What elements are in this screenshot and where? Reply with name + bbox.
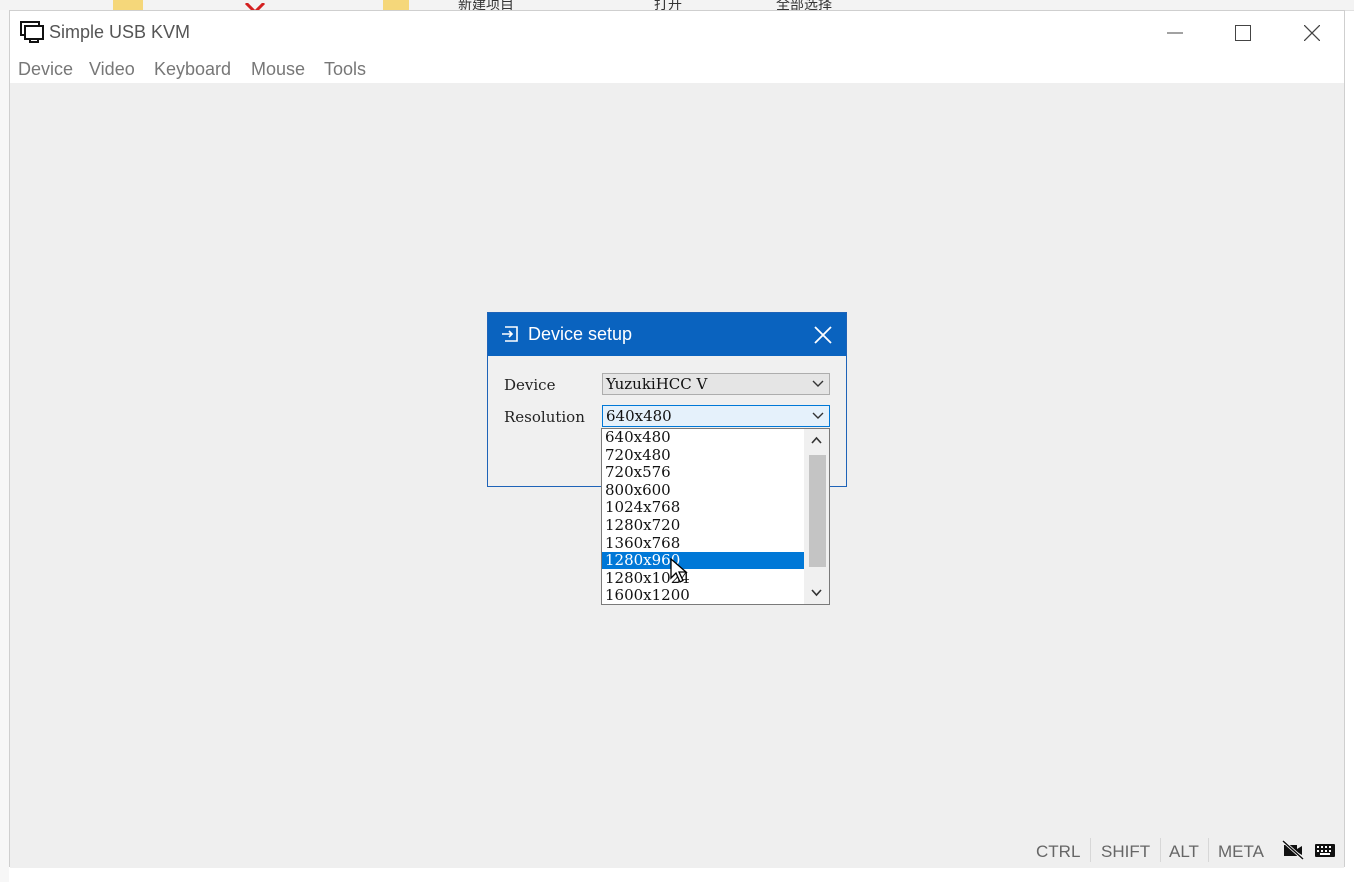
minimize-icon (1167, 32, 1183, 34)
meta-key[interactable]: META (1218, 842, 1264, 862)
status-bar: CTRL SHIFT ALT META (1024, 834, 1344, 866)
title-bar: Simple USB KVM (10, 11, 1344, 55)
dialog-title-bar: Device setup (488, 313, 846, 356)
close-icon (1304, 25, 1320, 41)
resolution-option[interactable]: 800x600 (602, 481, 804, 499)
resolution-option[interactable]: 720x576 (602, 464, 804, 481)
device-select[interactable]: YuzukiHCC V (602, 373, 830, 395)
dropdown-scrollbar[interactable] (804, 429, 829, 604)
camera-off-icon[interactable] (1282, 840, 1304, 860)
resolution-option[interactable]: 720x480 (602, 446, 804, 464)
resolution-label: Resolution (504, 408, 585, 426)
keyboard-icon[interactable] (1314, 840, 1336, 860)
resolution-option[interactable]: 1280x1024 (602, 569, 804, 587)
dialog-title: Device setup (528, 324, 633, 344)
resolution-select-value: 640x480 (606, 407, 672, 425)
alt-key[interactable]: ALT (1169, 842, 1199, 862)
chevron-down-icon (812, 412, 824, 419)
device-label: Device (504, 376, 556, 394)
menu-device[interactable]: Device (18, 59, 73, 80)
scrollbar-thumb[interactable] (809, 455, 826, 567)
resolution-dropdown-list[interactable]: 640x480 720x480 720x576 800x600 1024x768… (601, 428, 830, 605)
folder-icon (113, 0, 143, 10)
mouse-cursor-icon (670, 558, 688, 583)
device-select-value: YuzukiHCC V (606, 375, 708, 393)
menu-mouse[interactable]: Mouse (251, 59, 305, 80)
resolution-option-highlighted[interactable]: 1280x960 (602, 552, 804, 570)
maximize-button[interactable] (1220, 17, 1266, 49)
chevron-down-icon[interactable] (811, 589, 822, 597)
dialog-close-icon[interactable] (812, 324, 834, 346)
device-login-icon (502, 326, 518, 342)
chevron-up-icon[interactable] (811, 436, 822, 444)
ctrl-key[interactable]: CTRL (1036, 842, 1080, 862)
resolution-select[interactable]: 640x480 (602, 405, 830, 427)
background-app-edge (0, 10, 9, 882)
menu-keyboard[interactable]: Keyboard (154, 59, 231, 80)
delete-icon (243, 0, 279, 10)
menu-video[interactable]: Video (89, 59, 135, 80)
divider (1208, 838, 1209, 862)
resolution-option[interactable]: 1280x720 (602, 517, 804, 534)
resolution-option[interactable]: 640x480 (602, 429, 804, 446)
resolution-option[interactable]: 1024x768 (602, 499, 804, 516)
window-title: Simple USB KVM (49, 22, 191, 42)
menu-tools[interactable]: Tools (324, 59, 366, 80)
divider (1160, 838, 1161, 862)
resolution-option[interactable]: 1600x1200 (602, 587, 804, 604)
resolution-option[interactable]: 1360x768 (602, 534, 804, 552)
chevron-down-icon (812, 380, 824, 387)
minimize-button[interactable] (1152, 17, 1198, 49)
folder-icon (383, 0, 409, 10)
maximize-icon (1235, 25, 1251, 41)
menu-bar: Device Video Keyboard Mouse Tools (10, 55, 1344, 83)
divider (1090, 838, 1091, 862)
monitor-icon (20, 21, 44, 43)
shift-key[interactable]: SHIFT (1101, 842, 1150, 862)
close-button[interactable] (1289, 17, 1335, 49)
